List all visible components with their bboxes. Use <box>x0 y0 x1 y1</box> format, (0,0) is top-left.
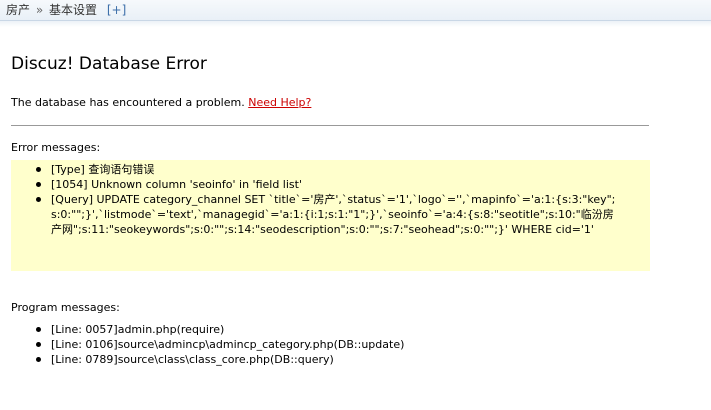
error-message-type: [Type] 查询语句错误 <box>11 162 650 177</box>
top-breadcrumb-bar: 房产 » 基本设置 [+] <box>0 0 711 21</box>
divider <box>11 125 649 126</box>
program-message-line: [Line: 0789]source\class\class_core.php(… <box>11 352 650 367</box>
breadcrumb-current: 基本设置 <box>49 3 98 17</box>
program-message-line: [Line: 0057]admin.php(require) <box>11 322 650 337</box>
topbar-shadow <box>0 21 711 27</box>
add-shortcut-button[interactable]: [+] <box>107 3 126 17</box>
program-messages-heading: Program messages: <box>11 301 120 314</box>
breadcrumb-separator: » <box>35 3 44 17</box>
error-messages-heading: Error messages: <box>11 141 101 154</box>
breadcrumb: 房产 » 基本设置 [+] <box>6 0 126 20</box>
page-title: Discuz! Database Error <box>11 54 207 74</box>
breadcrumb-root[interactable]: 房产 <box>6 3 30 17</box>
error-message-query: [Query] UPDATE category_channel SET `tit… <box>11 192 650 237</box>
error-message-code: [1054] Unknown column 'seoinfo' in 'fiel… <box>11 177 650 192</box>
intro-text: The database has encountered a problem. <box>11 96 245 109</box>
error-messages-list: [Type] 查询语句错误 [1054] Unknown column 'seo… <box>11 160 650 237</box>
error-messages-box: [Type] 查询语句错误 [1054] Unknown column 'seo… <box>11 160 650 271</box>
program-messages-list: [Line: 0057]admin.php(require) [Line: 01… <box>11 322 650 367</box>
need-help-link[interactable]: Need Help? <box>248 96 311 109</box>
intro-line: The database has encountered a problem. … <box>11 96 311 109</box>
program-messages-box: [Line: 0057]admin.php(require) [Line: 01… <box>11 322 650 367</box>
program-message-line: [Line: 0106]source\admincp\admincp_categ… <box>11 337 650 352</box>
